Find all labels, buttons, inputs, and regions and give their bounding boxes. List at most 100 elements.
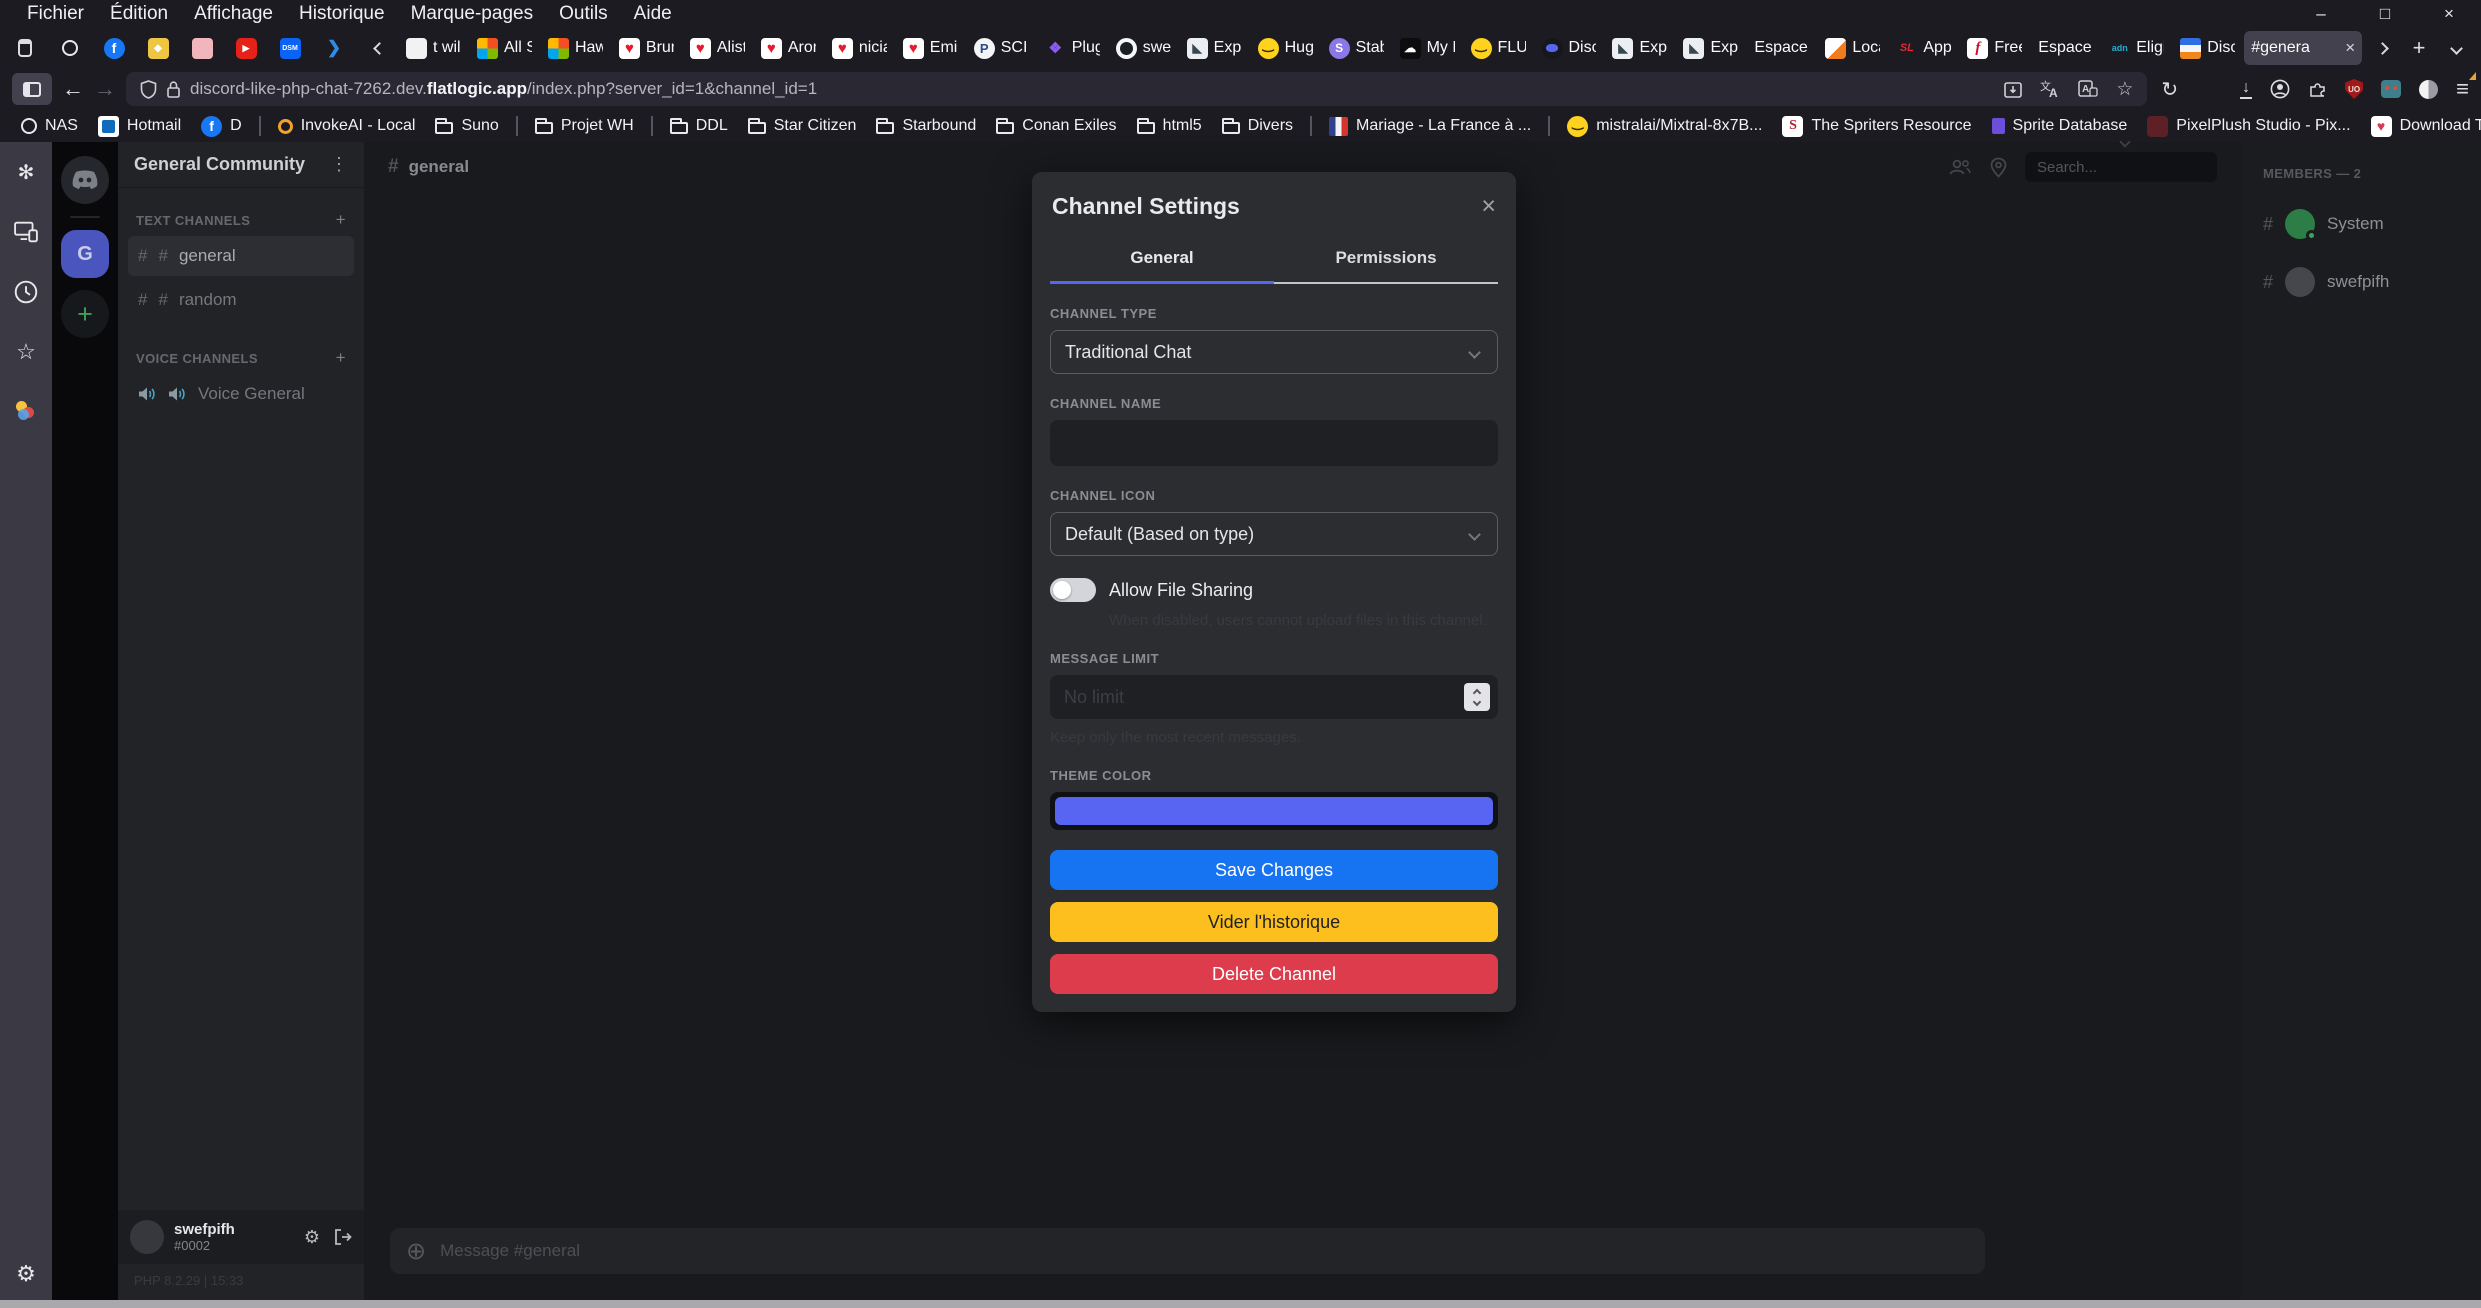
add-text-channel-icon[interactable]: +: [336, 210, 346, 230]
message-input[interactable]: ⊕ Message #general: [390, 1228, 1985, 1274]
bookmark-folder[interactable]: html5: [1128, 113, 1211, 139]
clear-history-button[interactable]: Vider l'historique: [1050, 902, 1498, 942]
member-row-system[interactable]: # System: [2263, 209, 2459, 239]
modal-close-icon[interactable]: ×: [1481, 192, 1496, 221]
bookmark-folder[interactable]: Divers: [1213, 113, 1302, 139]
tab-close-icon[interactable]: ×: [2345, 38, 2355, 58]
bookmark-folder[interactable]: Star Citizen: [739, 113, 866, 139]
channel-item-random[interactable]: # # random: [128, 280, 354, 320]
account-icon[interactable]: [2270, 79, 2290, 99]
attach-plus-icon[interactable]: ⊕: [406, 1237, 426, 1266]
pin-icon[interactable]: [1990, 157, 2007, 178]
bookmark-item[interactable]: mistralai/Mixtral-8x7B...: [1558, 113, 1771, 139]
add-server-button[interactable]: +: [61, 290, 109, 338]
tab[interactable]: Appar: [1889, 31, 1958, 65]
sidebar-toggle-button[interactable]: [12, 73, 52, 105]
delete-channel-button[interactable]: Delete Channel: [1050, 954, 1498, 994]
bookmark-item[interactable]: D: [192, 113, 251, 139]
member-row-swefpifh[interactable]: # swefpifh: [2263, 267, 2459, 297]
tab[interactable]: Free :: [1960, 31, 2029, 65]
user-settings-gear-icon[interactable]: ⚙: [304, 1227, 320, 1248]
bookmark-item[interactable]: The Spriters Resource: [1773, 113, 1980, 139]
bookmarks-star-sidebar-icon[interactable]: ☆: [14, 340, 38, 364]
add-voice-channel-icon[interactable]: +: [336, 348, 346, 368]
save-to-pocket-icon[interactable]: [2004, 80, 2022, 98]
globe-pinned-tab[interactable]: [49, 31, 91, 65]
dictionary-icon[interactable]: A: [2078, 80, 2098, 98]
scroll-tabs-left-icon[interactable]: [362, 32, 396, 64]
message-limit-input[interactable]: [1050, 675, 1498, 719]
tab[interactable]: Emie0: [896, 31, 965, 65]
tab[interactable]: Espace abo: [2031, 31, 2100, 65]
tab[interactable]: Eligibi: [2102, 31, 2171, 65]
youtube-pinned-tab[interactable]: [225, 31, 267, 65]
bookmark-folder[interactable]: Starbound: [867, 113, 985, 139]
tab[interactable]: t will: [399, 31, 468, 65]
sprite-pinned-tab[interactable]: [181, 31, 223, 65]
settings-gear-icon[interactable]: ⚙: [14, 1262, 38, 1286]
tab[interactable]: swefpi: [1109, 31, 1178, 65]
tab[interactable]: FLUX.2: [1464, 31, 1533, 65]
reload-icon[interactable]: ↻: [2161, 77, 2178, 102]
forward-button[interactable]: →: [94, 76, 116, 102]
menu-marque-pages[interactable]: Marque-pages: [398, 3, 547, 25]
ublock-origin-icon[interactable]: UO: [2345, 79, 2363, 99]
tab[interactable]: Huggi: [1251, 31, 1320, 65]
bookmark-item[interactable]: InvokeAI - Local: [269, 113, 425, 139]
gold-pinned-tab[interactable]: [137, 31, 179, 65]
synology-pinned-tab[interactable]: [313, 31, 355, 65]
downloads-icon[interactable]: ↓: [2240, 80, 2252, 99]
tab[interactable]: Discor: [1535, 31, 1604, 65]
tab[interactable]: niciara: [825, 31, 894, 65]
history-clock-icon[interactable]: [14, 280, 38, 304]
facebook-pinned-tab[interactable]: [93, 31, 135, 65]
extensions-puzzle-icon[interactable]: [2308, 80, 2327, 99]
devices-icon[interactable]: [14, 220, 38, 244]
tab-general[interactable]: General: [1050, 237, 1274, 284]
menu-affichage[interactable]: Affichage: [181, 3, 286, 25]
url-bar[interactable]: discord-like-php-chat-7262.dev.flatlogic…: [126, 72, 2147, 106]
file-sharing-toggle[interactable]: [1050, 578, 1096, 602]
server-icon-g[interactable]: G: [61, 230, 109, 278]
bookmark-folder[interactable]: Projet WH: [526, 113, 643, 139]
save-changes-button[interactable]: Save Changes: [1050, 850, 1498, 890]
tab[interactable]: Bruni2: [612, 31, 681, 65]
tab[interactable]: Aromy: [754, 31, 823, 65]
tab[interactable]: Hawai: [541, 31, 610, 65]
bookmark-folder[interactable]: Conan Exiles: [987, 113, 1125, 139]
menu-edition[interactable]: Édition: [97, 3, 181, 25]
menu-outils[interactable]: Outils: [546, 3, 621, 25]
tab[interactable]: Explor: [1605, 31, 1674, 65]
server-header[interactable]: General Community ⋮: [118, 142, 364, 188]
channel-icon-select[interactable]: Default (Based on type): [1050, 512, 1498, 556]
robot-extension-icon[interactable]: [2381, 80, 2401, 98]
profile-colors-icon[interactable]: [16, 400, 36, 420]
user-avatar[interactable]: [130, 1220, 164, 1254]
menu-historique[interactable]: Historique: [286, 3, 398, 25]
theme-color-input[interactable]: [1050, 792, 1498, 830]
minimize-button[interactable]: –: [2289, 0, 2353, 28]
translate-icon[interactable]: 文 A: [2040, 80, 2060, 98]
app-menu-icon[interactable]: ≡: [2456, 76, 2469, 102]
bookmark-item[interactable]: Mariage - La France à ...: [1320, 113, 1540, 139]
channel-item-general[interactable]: # # general: [128, 236, 354, 276]
close-button[interactable]: ×: [2417, 0, 2481, 28]
tab[interactable]: Explor: [1180, 31, 1249, 65]
firefox-view-button[interactable]: [8, 32, 42, 64]
ai-chatbot-icon[interactable]: ✻: [14, 160, 38, 184]
channel-type-select[interactable]: Traditional Chat: [1050, 330, 1498, 374]
menu-aide[interactable]: Aide: [621, 3, 685, 25]
tab[interactable]: Stable: [1322, 31, 1391, 65]
tab[interactable]: Espace clie: [1747, 31, 1816, 65]
tab-permissions[interactable]: Permissions: [1274, 237, 1498, 284]
maximize-button[interactable]: □: [2353, 0, 2417, 28]
gray-extension-icon[interactable]: [2419, 80, 2438, 99]
new-tab-button[interactable]: +: [2402, 32, 2436, 64]
tab[interactable]: SCI RE: [967, 31, 1036, 65]
tab[interactable]: My Ha: [1393, 31, 1462, 65]
channel-name-input[interactable]: [1050, 420, 1498, 466]
bookmark-item[interactable]: Sprite Database: [1983, 113, 2137, 139]
menu-fichier[interactable]: Fichier: [14, 3, 97, 25]
discord-home-button[interactable]: [61, 156, 109, 204]
bookmark-folder[interactable]: DDL: [661, 113, 737, 139]
